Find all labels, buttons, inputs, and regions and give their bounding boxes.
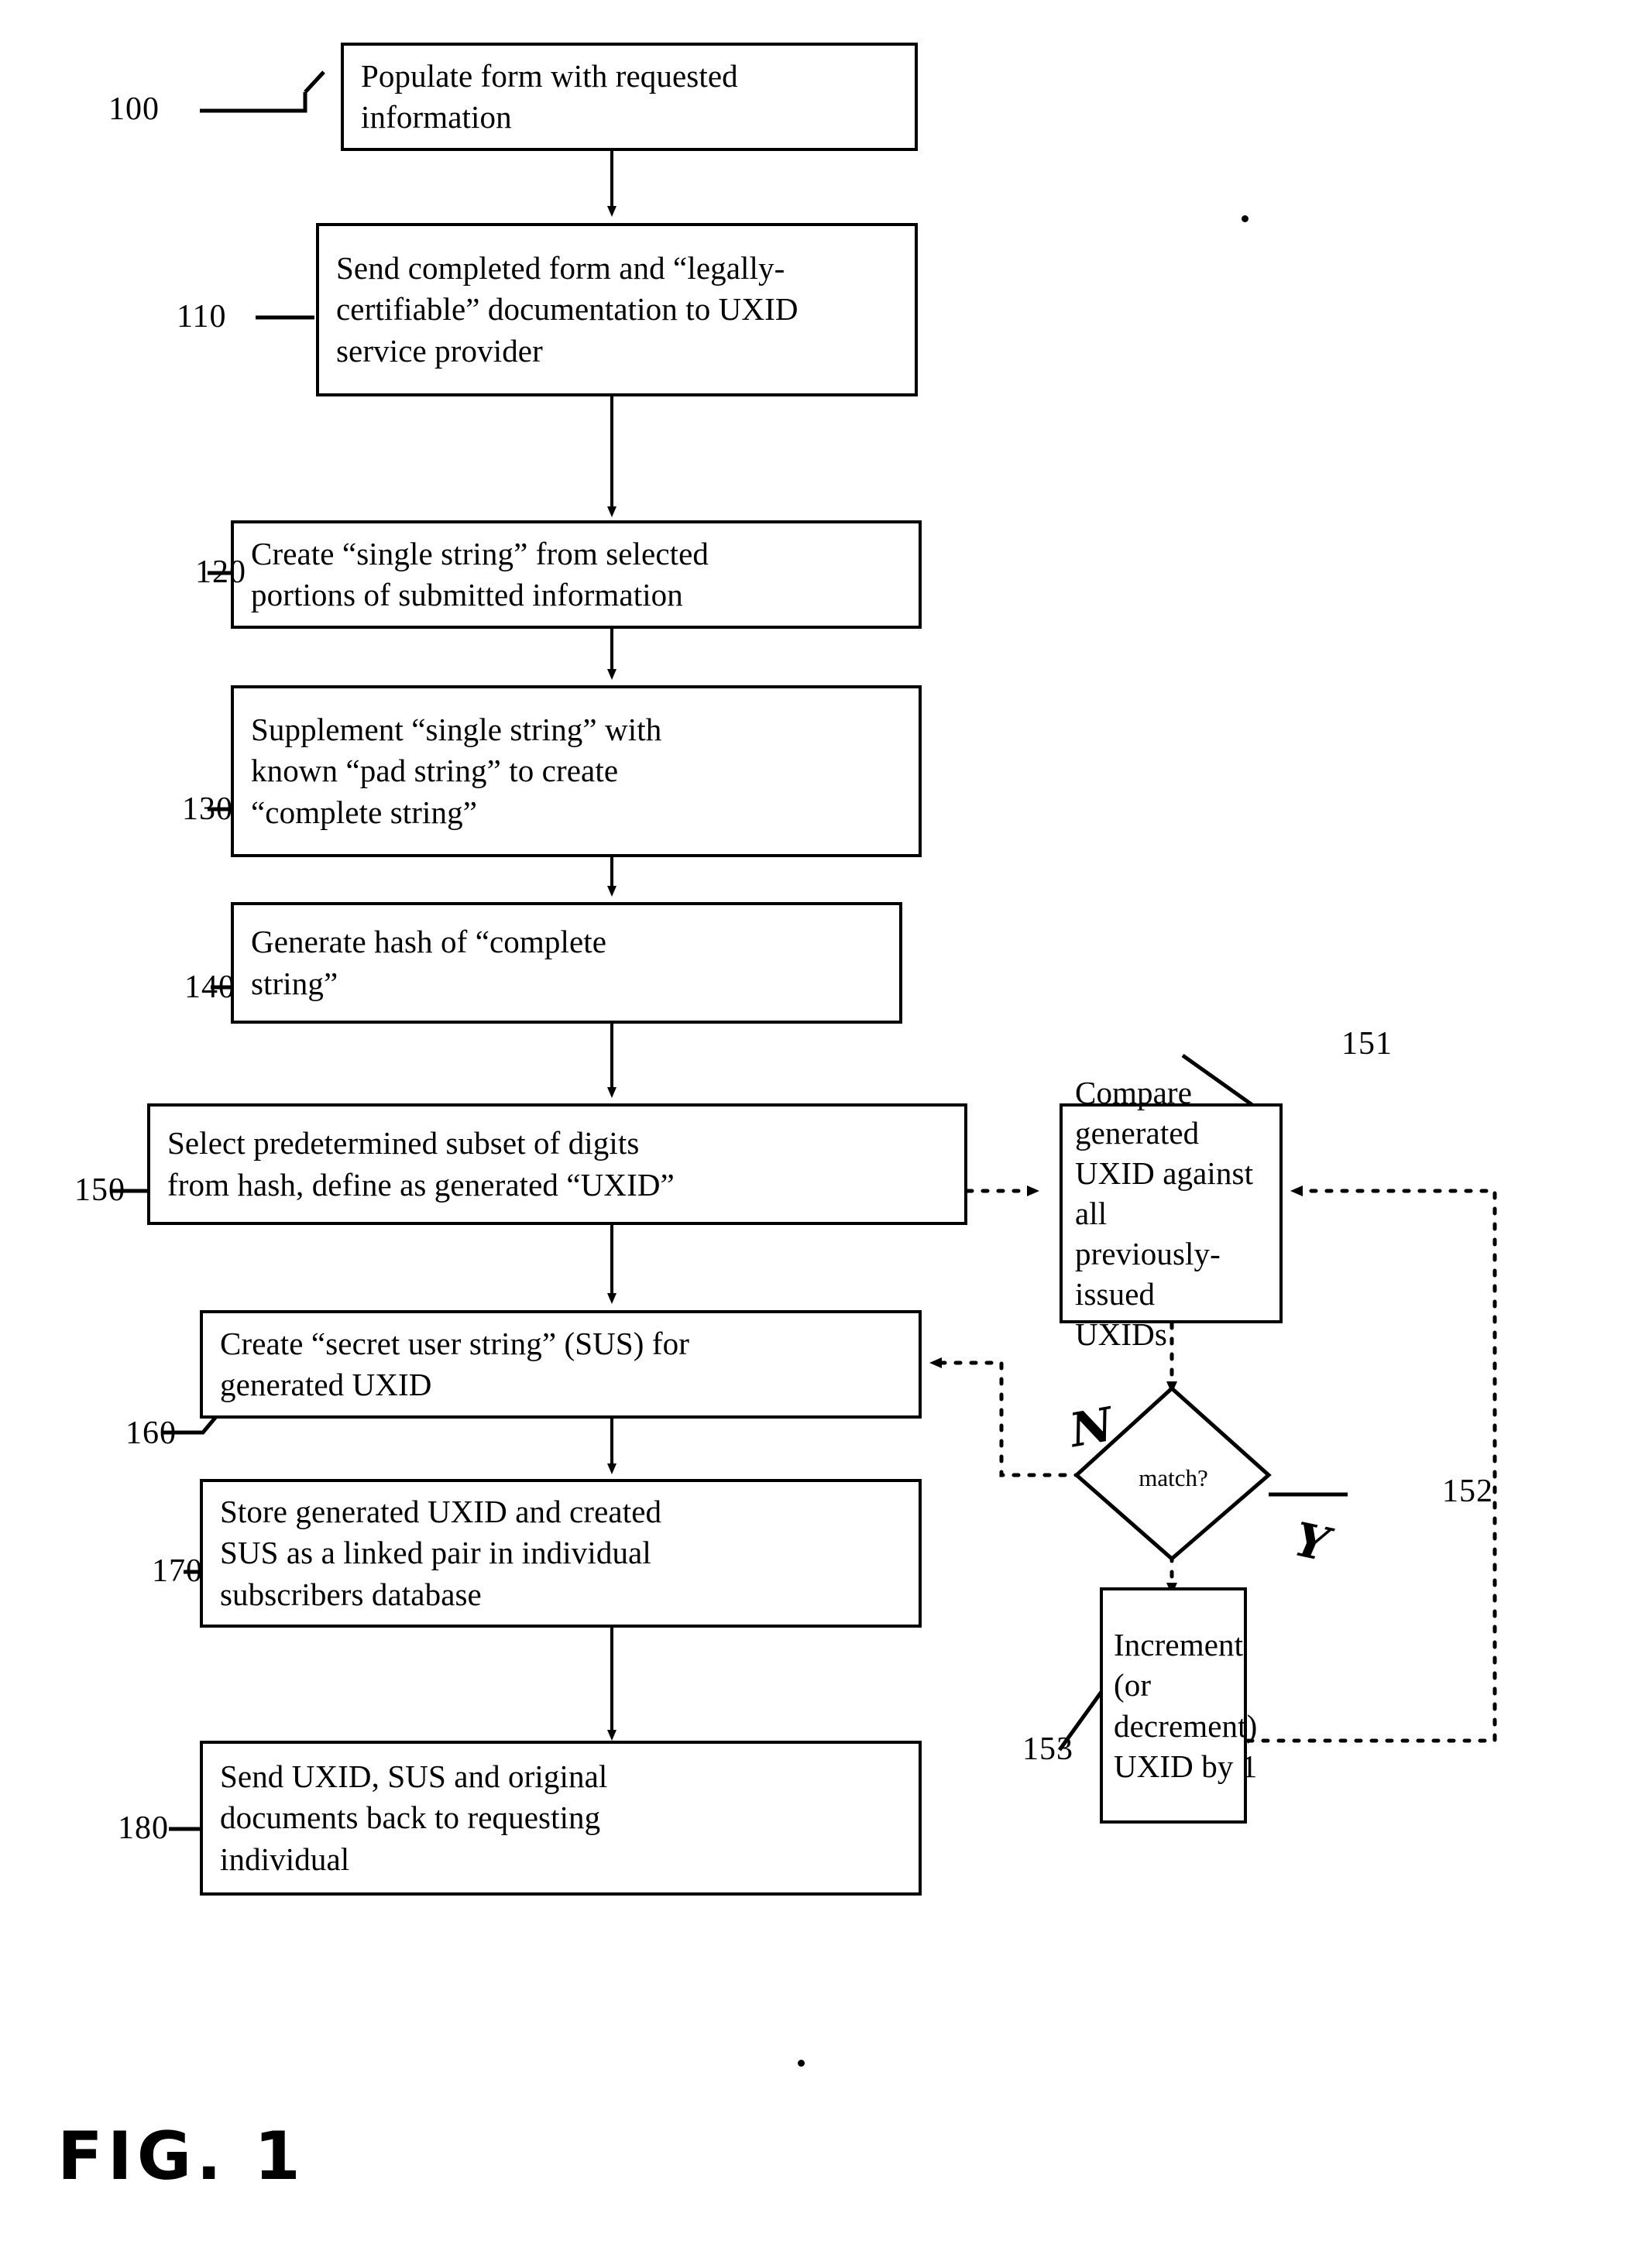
ref-170: 170 xyxy=(152,1553,203,1589)
node-180-label: Send UXID, SUS and original documents ba… xyxy=(220,1758,608,1877)
node-140-label: Generate hash of “complete string” xyxy=(251,924,607,1001)
node-170[interactable]: Store generated UXID and created SUS as … xyxy=(200,1479,922,1628)
node-151[interactable]: Compare generated UXID against all previ… xyxy=(1060,1075,1283,1352)
decision-diamond-label: match? xyxy=(1139,1464,1208,1491)
node-160-label: Create “secret user string” (SUS) for ge… xyxy=(220,1325,689,1402)
node-180[interactable]: Send UXID, SUS and original documents ba… xyxy=(200,1741,922,1896)
node-120-label: Create “single string” from selected por… xyxy=(251,535,709,612)
ref-110: 110 xyxy=(177,299,227,335)
node-120[interactable]: Create “single string” from selected por… xyxy=(231,520,922,629)
scan-speck xyxy=(798,2060,805,2067)
node-160[interactable]: Create “secret user string” (SUS) for ge… xyxy=(200,1310,922,1419)
node-110-label: Send completed form and “legally- certif… xyxy=(336,250,799,369)
node-110[interactable]: Send completed form and “legally- certif… xyxy=(316,223,918,396)
node-150-label: Select predetermined subset of digits fr… xyxy=(167,1125,675,1203)
node-150[interactable]: Select predetermined subset of digits fr… xyxy=(147,1103,967,1225)
node-100-label: Populate form with requested information xyxy=(361,57,738,135)
edge-153-151 xyxy=(1245,1185,1497,1743)
node-130[interactable]: Supplement “single string” with known “p… xyxy=(231,685,922,857)
node-100[interactable]: Populate form with requested information xyxy=(341,43,918,151)
leader-100 xyxy=(200,70,325,113)
node-170-label: Store generated UXID and created SUS as … xyxy=(220,1494,662,1612)
node-153-label: Increment (or decrement) UXID by 1 xyxy=(1114,1627,1258,1784)
figure-caption: FIG. 1 xyxy=(57,2118,305,2195)
ref-140: 140 xyxy=(184,969,235,1005)
node-153[interactable]: Increment (or decrement) UXID by 1 xyxy=(1100,1587,1257,1824)
ref-180: 180 xyxy=(118,1810,169,1846)
ref-130: 130 xyxy=(182,791,233,827)
node-151-label: Compare generated UXID against all previ… xyxy=(1075,1074,1254,1353)
ref-152: 152 xyxy=(1442,1474,1493,1509)
ref-153: 153 xyxy=(1022,1731,1073,1767)
branch-no-label: N xyxy=(1066,1397,1118,1459)
ref-160: 160 xyxy=(125,1415,177,1451)
patent-figure: Populate form with requested information… xyxy=(0,0,1628,2268)
ref-120: 120 xyxy=(195,554,246,590)
ref-100: 100 xyxy=(108,91,160,127)
node-140[interactable]: Generate hash of “complete string” xyxy=(231,902,902,1024)
ref-151: 151 xyxy=(1341,1026,1393,1062)
ref-150: 150 xyxy=(74,1172,125,1208)
node-130-label: Supplement “single string” with known “p… xyxy=(251,712,662,830)
scan-speck xyxy=(1242,215,1248,222)
